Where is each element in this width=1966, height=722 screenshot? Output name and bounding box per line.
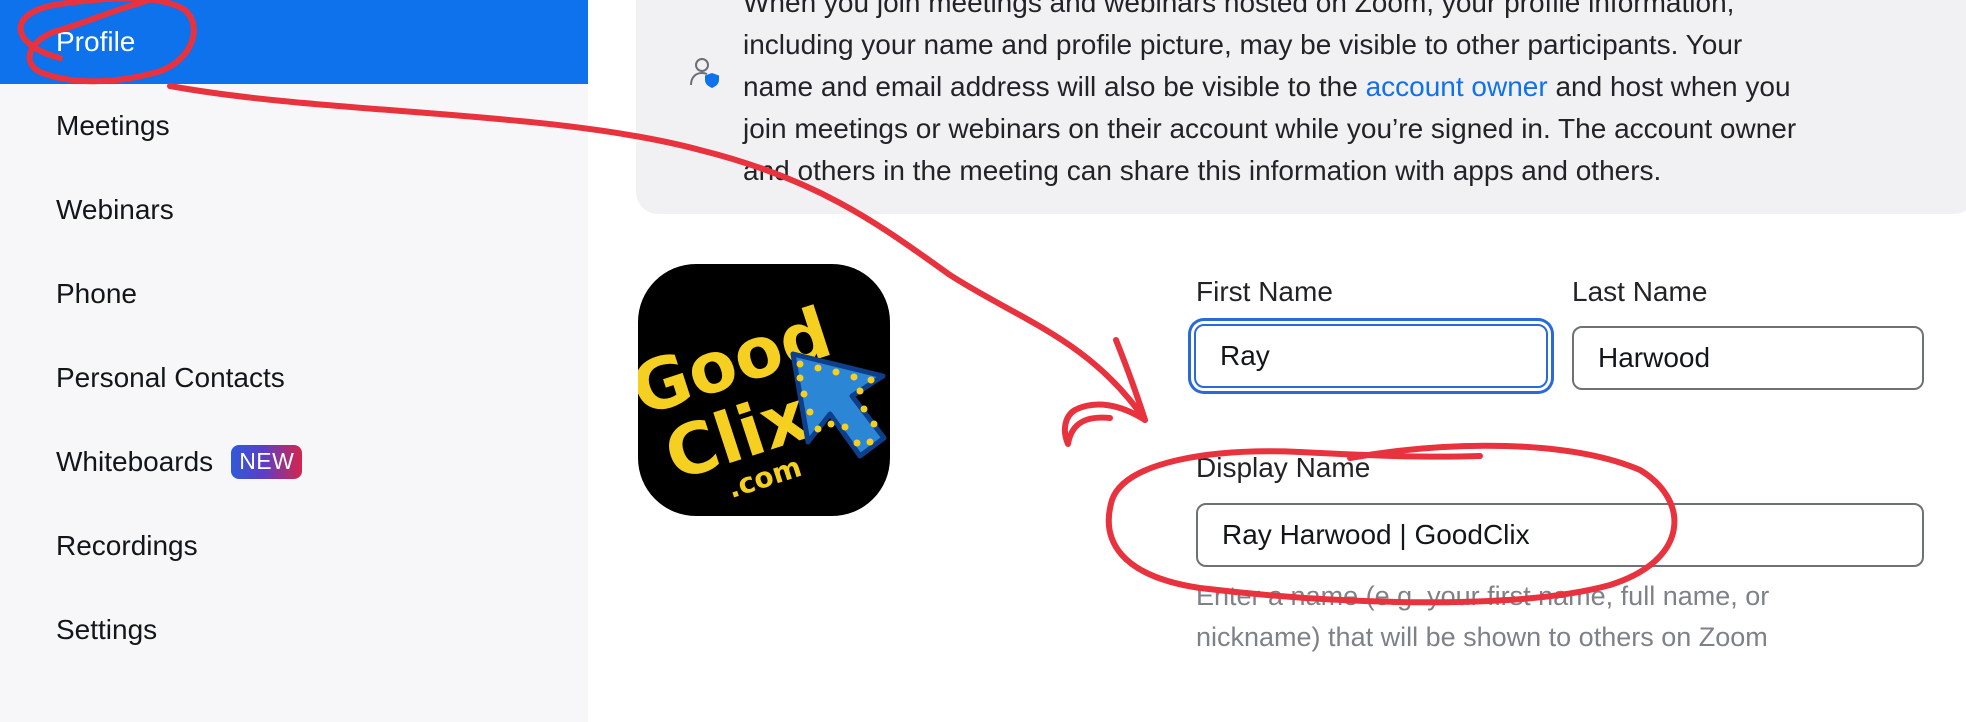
privacy-line: and host when you bbox=[1547, 71, 1791, 102]
display-name-label: Display Name bbox=[1196, 452, 1371, 483]
new-badge: NEW bbox=[231, 445, 303, 479]
sidebar-item-label: Recordings bbox=[56, 530, 198, 561]
sidebar-item-settings[interactable]: Settings bbox=[0, 588, 588, 672]
display-name-hint: Enter a name (e.g. your first name, full… bbox=[1196, 576, 1916, 658]
first-name-label: First Name bbox=[1196, 276, 1333, 307]
privacy-line: When you join meetings and webinars host… bbox=[743, 0, 1735, 18]
privacy-line: join meetings or webinars on their accou… bbox=[743, 113, 1797, 144]
hint-line: nickname) that will be shown to others o… bbox=[1196, 622, 1768, 652]
sidebar-item-label: Personal Contacts bbox=[56, 362, 285, 393]
sidebar-item-label: Profile bbox=[56, 26, 136, 57]
sidebar-item-profile[interactable]: Profile bbox=[0, 0, 588, 84]
sidebar-item-phone[interactable]: Phone bbox=[0, 252, 588, 336]
sidebar-item-label: Settings bbox=[56, 614, 158, 645]
sidebar-item-label: Phone bbox=[56, 278, 137, 309]
sidebar-item-webinars[interactable]: Webinars bbox=[0, 168, 588, 252]
account-owner-link[interactable]: account owner bbox=[1366, 71, 1548, 102]
sidebar-item-personal-contacts[interactable]: Personal Contacts bbox=[0, 336, 588, 420]
sidebar-item-label: Whiteboards bbox=[56, 446, 214, 477]
sidebar-item-meetings[interactable]: Meetings bbox=[0, 84, 588, 168]
display-name-input[interactable] bbox=[1196, 503, 1924, 567]
hint-line: Enter a name (e.g. your first name, full… bbox=[1196, 581, 1770, 611]
privacy-line: and others in the meeting can share this… bbox=[743, 155, 1662, 186]
profile-picture[interactable]: Good Clix .com bbox=[638, 264, 890, 516]
privacy-notice-text: When you join meetings and webinars host… bbox=[743, 0, 1953, 192]
sidebar-item-whiteboards[interactable]: Whiteboards NEW bbox=[0, 420, 588, 504]
last-name-input[interactable] bbox=[1572, 326, 1924, 390]
sidebar-item-label: Meetings bbox=[56, 110, 170, 141]
last-name-label: Last Name bbox=[1572, 276, 1708, 307]
privacy-line: including your name and profile picture,… bbox=[743, 29, 1743, 60]
first-name-input[interactable] bbox=[1194, 324, 1548, 388]
sidebar-item-label: Webinars bbox=[56, 194, 174, 225]
sidebar: Profile Meetings Webinars Phone Personal… bbox=[0, 0, 588, 722]
privacy-line: name and email address will also be visi… bbox=[743, 71, 1366, 102]
user-shield-icon bbox=[690, 58, 719, 88]
sidebar-item-recordings[interactable]: Recordings bbox=[0, 504, 588, 588]
arrow-head-annotation bbox=[1061, 337, 1148, 447]
